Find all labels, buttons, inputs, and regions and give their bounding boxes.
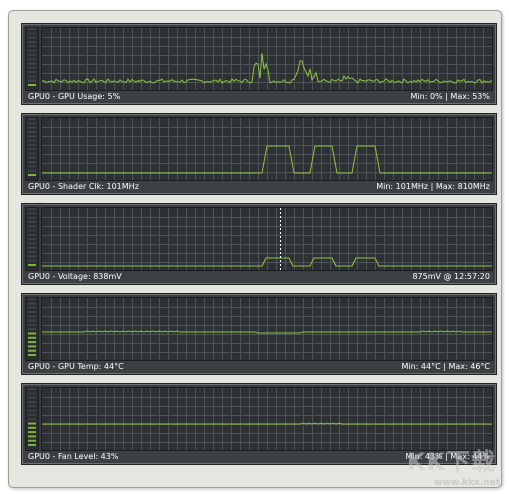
gpu-usage-level-meter [25,27,39,91]
gpu-temp-level-meter [25,297,39,361]
gpu-usage-meter-bars [28,28,36,86]
voltage-label: GPU0 - Voltage: 838mV [28,272,122,281]
shader-clock-meter-bars [28,118,36,176]
shader-clock-graph [41,117,493,181]
voltage-meter-bars [28,208,36,266]
gpu-usage-stats: Min: 0% | Max: 53% [410,92,490,101]
shader-clock-label: GPU0 - Shader Clk: 101MHz [28,182,139,191]
voltage-stats: 875mV @ 12:57:20 [412,272,490,281]
panel-fan-level: GPU0 - Fan Level: 43% Min: 43% | Max: 44… [21,383,497,465]
fan-level-graph [41,387,493,451]
voltage-level-meter [25,207,39,271]
gpu-temp-meter-bars [28,298,36,356]
panel-shader-clock: GPU0 - Shader Clk: 101MHz Min: 101MHz | … [21,113,497,195]
gpu-monitor-window: GPU0 - GPU Usage: 5% Min: 0% | Max: 53% … [8,10,502,488]
fan-level-meter [25,387,39,451]
voltage-graph [41,207,493,271]
gpu-temp-graph [41,297,493,361]
fan-level-label: GPU0 - Fan Level: 43% [28,452,119,461]
gpu-usage-label: GPU0 - GPU Usage: 5% [28,92,121,101]
shader-clock-stats: Min: 101MHz | Max: 810MHz [376,182,490,191]
gpu-temp-stats: Min: 44°C | Max: 46°C [401,362,490,371]
panel-gpu-usage: GPU0 - GPU Usage: 5% Min: 0% | Max: 53% [21,23,497,105]
panel-gpu-temp: GPU0 - GPU Temp: 44°C Min: 44°C | Max: 4… [21,293,497,375]
gpu-temp-label: GPU0 - GPU Temp: 44°C [28,362,124,371]
gpu-usage-graph [41,27,493,91]
panel-voltage: GPU0 - Voltage: 838mV 875mV @ 12:57:20 [21,203,497,285]
fan-level-meter-bars [28,388,36,446]
shader-clock-level-meter [25,117,39,181]
fan-level-stats: Min: 43% | Max: 44% [405,452,490,461]
